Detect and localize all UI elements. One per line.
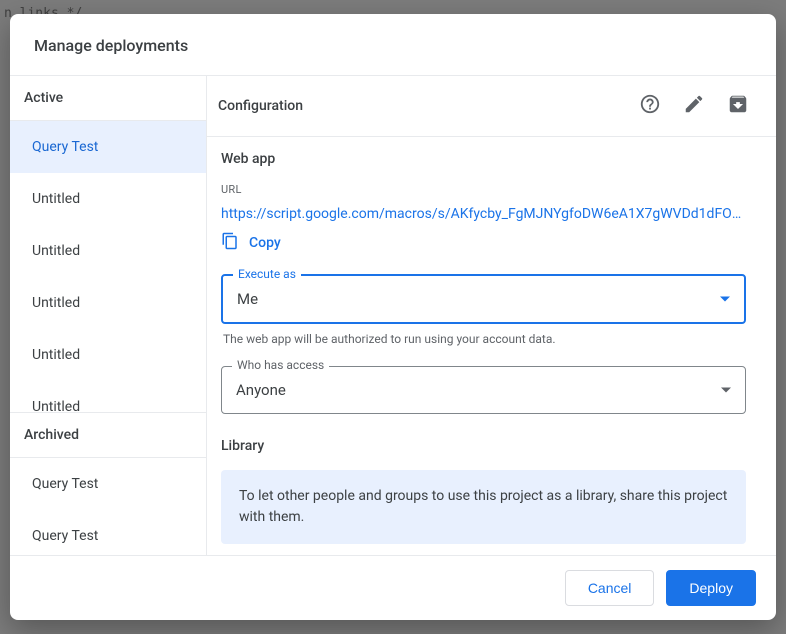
execute-as-legend: Execute as xyxy=(233,267,301,281)
sidebar-archived-header: Archived xyxy=(10,413,206,458)
sidebar-archived-list: Query Test Query Test xyxy=(10,458,206,555)
dialog-title: Manage deployments xyxy=(10,14,776,76)
webapp-url-link[interactable]: https://script.google.com/macros/s/AKfyc… xyxy=(221,206,746,222)
library-info-box: To let other people and groups to use th… xyxy=(221,470,746,544)
deploy-button[interactable]: Deploy xyxy=(666,570,756,606)
configuration-scroll[interactable]: Web app URL https://script.google.com/ma… xyxy=(207,137,776,555)
sidebar-active-item[interactable]: Query Test xyxy=(10,121,206,173)
execute-as-select[interactable]: Execute as Me xyxy=(221,274,746,324)
url-label: URL xyxy=(221,183,746,196)
who-has-access-legend: Who has access xyxy=(232,358,329,372)
who-has-access-select[interactable]: Who has access Anyone xyxy=(221,366,746,414)
archive-button[interactable] xyxy=(718,86,758,126)
sidebar-active-item[interactable]: Untitled xyxy=(10,329,206,381)
sidebar-active-list: Query Test Untitled Untitled Untitled Un… xyxy=(10,121,206,412)
sidebar-active-header: Active xyxy=(10,76,206,121)
sidebar-archived-item[interactable]: Query Test xyxy=(10,458,206,510)
edit-button[interactable] xyxy=(674,86,714,126)
help-button[interactable] xyxy=(630,86,670,126)
dialog-footer: Cancel Deploy xyxy=(10,555,776,620)
pencil-icon xyxy=(683,93,705,119)
copy-icon xyxy=(221,232,239,254)
library-section: Library To let other people and groups t… xyxy=(221,438,746,544)
execute-as-helper: The web app will be authorized to run us… xyxy=(223,332,744,346)
archive-icon xyxy=(727,93,749,119)
copy-url-button[interactable]: Copy xyxy=(221,232,746,254)
webapp-section: Web app URL https://script.google.com/ma… xyxy=(207,137,776,555)
sidebar-archived-item[interactable]: Query Test xyxy=(10,510,206,555)
webapp-title: Web app xyxy=(221,151,746,167)
execute-as-value: Me xyxy=(237,290,730,308)
sidebar-active-item[interactable]: Untitled xyxy=(10,173,206,225)
library-title: Library xyxy=(221,438,746,454)
sidebar-active-item[interactable]: Untitled xyxy=(10,277,206,329)
dialog-body: Active Query Test Untitled Untitled Unti… xyxy=(10,76,776,555)
configuration-header: Configuration xyxy=(207,76,776,137)
who-has-access-value: Anyone xyxy=(236,381,731,399)
chevron-down-icon xyxy=(720,297,730,302)
sidebar-active-item[interactable]: Untitled xyxy=(10,381,206,412)
configuration-title: Configuration xyxy=(218,98,626,114)
deployments-sidebar: Active Query Test Untitled Untitled Unti… xyxy=(10,76,207,555)
manage-deployments-dialog: Manage deployments Active Query Test Unt… xyxy=(10,14,776,620)
configuration-panel: Configuration xyxy=(207,76,776,555)
copy-label: Copy xyxy=(249,235,281,251)
sidebar-active-item[interactable]: Untitled xyxy=(10,225,206,277)
help-icon xyxy=(639,93,661,119)
chevron-down-icon xyxy=(721,388,731,393)
cancel-button[interactable]: Cancel xyxy=(565,570,655,606)
